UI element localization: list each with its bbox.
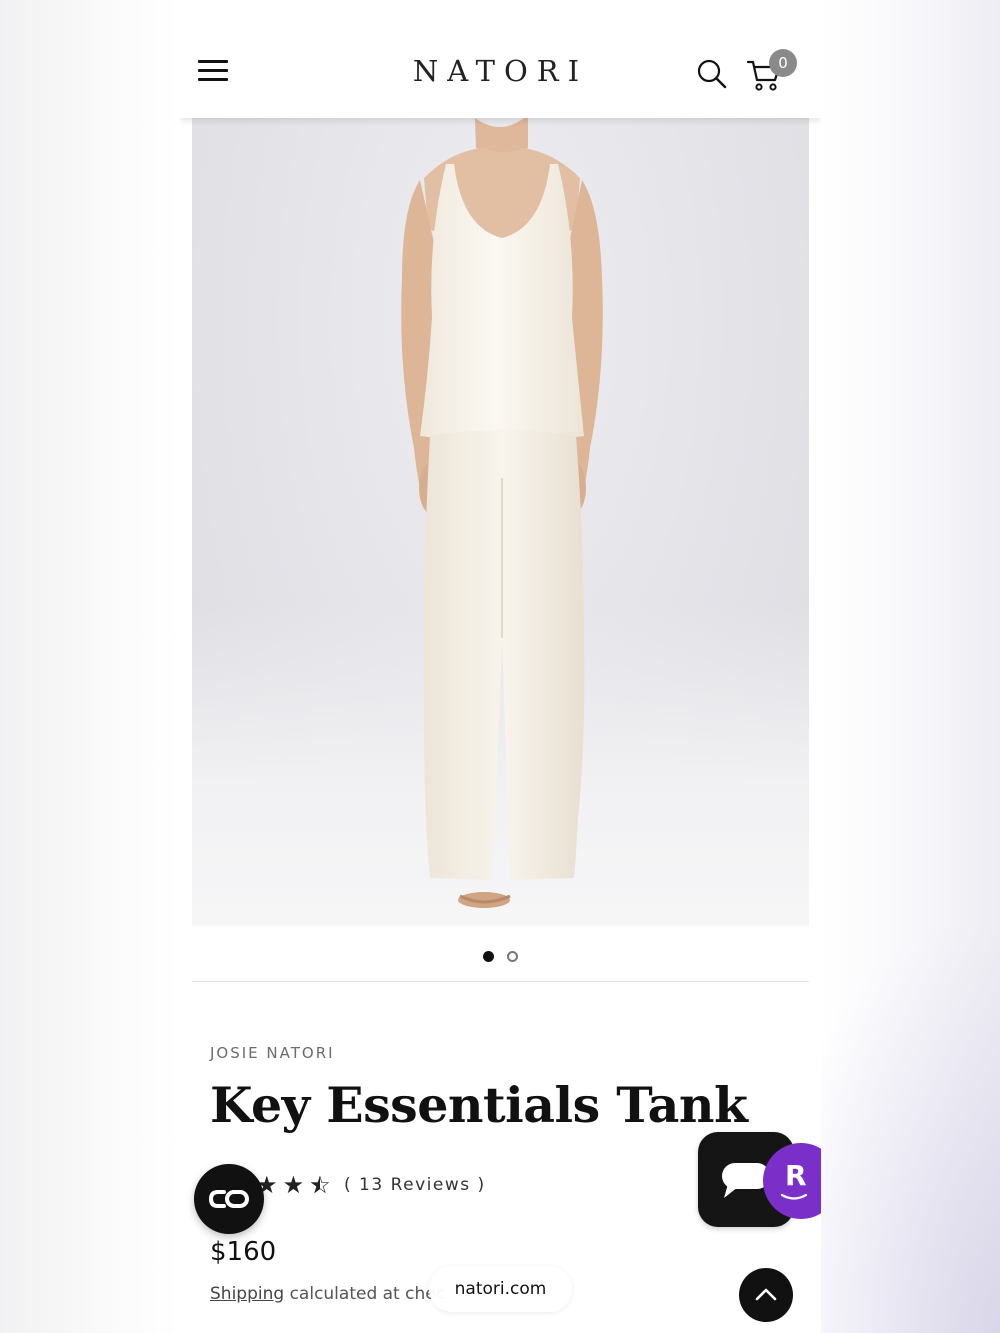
- product-brand[interactable]: JOSIE NATORI: [210, 1044, 335, 1062]
- product-image[interactable]: [192, 118, 809, 926]
- co-widget-button[interactable]: [194, 1164, 264, 1234]
- shipping-link[interactable]: Shipping: [210, 1284, 284, 1304]
- gallery-dot-1[interactable]: [482, 951, 494, 962]
- product-page: NATORI 0 JOSIE NATORI Key Essentials Tan…: [180, 0, 821, 1333]
- gallery-dot-2[interactable]: [507, 951, 519, 962]
- shipping-note-text: calculated at chec: [284, 1284, 446, 1304]
- shipping-note: Shipping calculated at chec: [210, 1284, 445, 1304]
- link-icon: [208, 1190, 249, 1208]
- product-title: Key Essentials Tank: [210, 1076, 748, 1134]
- divider: [192, 981, 809, 982]
- model-illustration: [401, 118, 603, 908]
- half-star-icon: ☆ ★: [309, 1171, 331, 1199]
- rating-stars[interactable]: ★ ★ ☆ ★: [256, 1172, 331, 1198]
- site-header: NATORI 0: [180, 0, 821, 118]
- chevron-up-icon: [755, 1288, 777, 1301]
- reviews-count-link[interactable]: ( 13 Reviews ): [344, 1175, 486, 1195]
- rewards-badge[interactable]: R: [763, 1143, 821, 1219]
- scroll-to-top-button[interactable]: [739, 1268, 793, 1322]
- star-icon: ★: [282, 1171, 305, 1199]
- browser-url-bar[interactable]: natori.com: [429, 1266, 572, 1312]
- search-icon[interactable]: [697, 58, 727, 90]
- cart-count-badge: 0: [769, 49, 797, 77]
- swoosh-icon: [781, 1193, 807, 1200]
- rewards-letter: R: [785, 1159, 807, 1192]
- product-price: $160: [210, 1237, 277, 1267]
- gallery-pagination: [180, 947, 821, 962]
